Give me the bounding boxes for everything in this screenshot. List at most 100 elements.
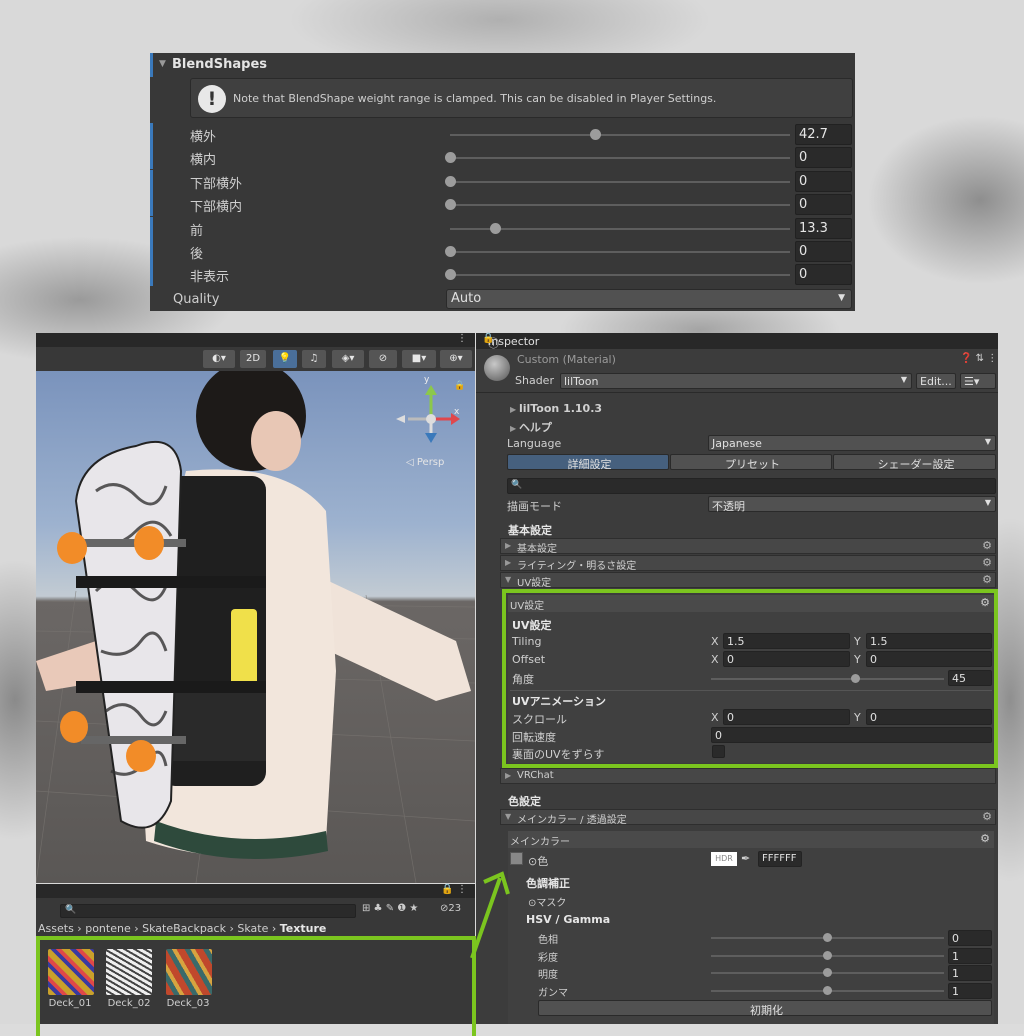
hsv-value-field[interactable]: 1 — [948, 965, 992, 981]
render-mode-dropdown[interactable]: 不透明 ▼ — [708, 496, 996, 513]
accent-bar — [150, 216, 153, 240]
lighting-icon[interactable]: 💡 — [273, 350, 297, 368]
reset-button[interactable]: 初期化 — [538, 1000, 992, 1017]
hsv-slider-knob[interactable] — [823, 985, 832, 995]
hdr-color-swatch[interactable]: HDR — [711, 852, 737, 866]
blendshape-label: 下部横内 — [190, 200, 243, 216]
blendshape-slider-track[interactable] — [450, 204, 790, 207]
foldout-arrow-icon: ▼ — [505, 575, 512, 584]
breadcrumb-item[interactable]: pontene — [85, 922, 131, 935]
camera-icon[interactable]: ■▾ — [402, 350, 436, 368]
tab-details[interactable]: 詳細設定 — [507, 454, 669, 471]
tab-shader-settings[interactable]: シェーダー設定 — [833, 454, 996, 471]
draw-mode-button[interactable]: ◐▾ — [203, 350, 235, 368]
fold-lighting[interactable]: ▶ ライティング・明るさ設定 ⚙ — [500, 555, 996, 572]
hsv-label: ガンマ — [538, 987, 568, 999]
fold-label: UV設定 — [517, 578, 552, 589]
header-icons[interactable]: ❓ ⇅ ⋮ — [960, 353, 997, 364]
blendshape-value-field[interactable]: 0 — [795, 194, 852, 216]
breadcrumb-item[interactable]: Assets — [38, 922, 74, 935]
blendshape-row: 下部横外 0 — [150, 169, 855, 193]
blendshape-value-field[interactable]: 42.7 — [795, 124, 852, 145]
fold-basic-settings[interactable]: ▶ 基本設定 ⚙ — [500, 538, 996, 555]
gear-icon[interactable]: ⚙ — [982, 573, 992, 586]
hex-field[interactable]: FFFFFF — [758, 851, 802, 867]
hsv-slider-knob[interactable] — [823, 968, 832, 977]
blendshape-slider-track[interactable] — [450, 251, 790, 253]
blendshape-slider-knob[interactable] — [445, 199, 456, 211]
language-dropdown[interactable]: Japanese ▼ — [708, 435, 996, 451]
fold-uv[interactable]: ▼ UV設定 ⚙ — [500, 572, 996, 589]
hsv-value-field[interactable]: 0 — [948, 930, 992, 946]
inspector-tab[interactable]: ⓘ Inspector 🔒 — [476, 333, 998, 350]
fold-main-color[interactable]: ▼ メインカラー / 透過設定 ⚙ — [500, 809, 996, 826]
material-name: Custom (Material) — [517, 353, 616, 366]
lock-icon[interactable]: 🔒 — [454, 381, 465, 391]
blendshape-slider-track[interactable] — [450, 180, 790, 183]
help-foldout[interactable]: ▶ ヘルプ — [510, 419, 552, 435]
persp-label[interactable]: ◁ Persp — [406, 457, 444, 468]
lock-icon[interactable]: 🔒 — [482, 333, 992, 344]
settings-menu-icon[interactable]: ☰▾ — [960, 373, 996, 389]
filter-icons[interactable]: ⊞ ♣ ✎ ❶ ★ — [362, 903, 418, 914]
more-icon[interactable]: ⋮ — [457, 333, 467, 344]
hsv-value-field[interactable]: 1 — [948, 982, 992, 999]
blendshape-slider-knob[interactable] — [445, 152, 456, 164]
blendshape-slider-knob[interactable] — [590, 129, 602, 140]
edit-shader-button[interactable]: Edit... — [916, 373, 956, 389]
gear-icon[interactable]: ⚙ — [982, 539, 992, 552]
fold-label: メインカラー / 透過設定 — [517, 815, 627, 826]
version-foldout[interactable]: ▶ lilToon 1.10.3 — [510, 402, 602, 415]
project-search-input[interactable]: 🔍 — [60, 904, 356, 918]
breadcrumb[interactable]: Assets › pontene › SkateBackpack › Skate… — [38, 922, 326, 935]
hsv-value-field[interactable]: 1 — [948, 947, 992, 964]
hsv-slider-knob[interactable] — [823, 933, 832, 942]
breadcrumb-item[interactable]: Skate — [237, 922, 268, 935]
neck — [251, 411, 301, 471]
eyedropper-icon[interactable]: ✒ — [741, 852, 750, 865]
quality-dropdown[interactable]: Auto ▼ — [446, 289, 852, 309]
effects-icon[interactable]: ◈▾ — [332, 350, 364, 368]
blendshape-slider-track[interactable] — [450, 134, 790, 136]
gizmos-icon[interactable]: ⊕▾ — [440, 350, 472, 368]
2d-toggle[interactable]: 2D — [240, 350, 266, 368]
blendshapes-header[interactable]: ▼ BlendShapes — [150, 53, 855, 77]
blendshape-slider-track[interactable] — [450, 274, 790, 277]
version-text: lilToon 1.10.3 — [518, 402, 603, 415]
material-header: Custom (Material) Shader lilToon ▼ Edit..… — [476, 349, 998, 393]
blendshape-value-field[interactable]: 0 — [795, 147, 852, 169]
blendshape-slider-track[interactable] — [450, 157, 790, 160]
shader-dropdown[interactable]: lilToon ▼ — [560, 373, 912, 389]
blendshape-slider-knob[interactable] — [445, 246, 456, 257]
tab-presets[interactable]: プリセット — [670, 454, 832, 471]
blendshape-value-field[interactable]: 0 — [795, 241, 852, 262]
blendshape-row: 後0 — [150, 240, 855, 263]
fold-vrchat[interactable]: ▶ VRChat — [500, 768, 996, 784]
blendshape-value-field[interactable]: 0 — [795, 264, 852, 286]
blendshapes-panel: ▼ BlendShapes ! Note that BlendShape wei… — [150, 53, 855, 311]
blendshape-value-field[interactable]: 13.3 — [795, 217, 852, 239]
breadcrumb-item[interactable]: SkateBackpack — [142, 922, 226, 935]
audio-icon[interactable]: ♫ — [302, 350, 326, 368]
orientation-gizmo[interactable] — [396, 385, 460, 443]
gizmo-x-label: x — [454, 407, 460, 417]
blendshape-value-field[interactable]: 0 — [795, 170, 852, 192]
hidden-objects-icon[interactable]: ⊘ — [369, 350, 397, 368]
blendshape-slider-knob[interactable] — [445, 269, 456, 281]
dropdown-arrow-icon: ▼ — [838, 293, 845, 303]
gear-icon[interactable]: ⚙ — [980, 832, 990, 845]
gear-icon[interactable]: ⚙ — [982, 556, 992, 569]
highlight-arrow — [470, 871, 510, 959]
scene-viewport[interactable]: y x 🔒 ◁ Persp — [36, 371, 475, 883]
fold-label: ライティング・明るさ設定 — [517, 561, 637, 572]
blendshape-row: 非表示 0 — [150, 263, 855, 287]
mask-label: ⊙マスク — [528, 898, 567, 909]
accent-bar — [150, 169, 153, 193]
hidden-count[interactable]: ⊘23 — [440, 903, 461, 914]
gear-icon[interactable]: ⚙ — [982, 810, 992, 823]
hsv-slider-knob[interactable] — [823, 950, 832, 960]
search-input[interactable]: 🔍 — [507, 478, 996, 494]
info-icon: ! — [198, 85, 226, 113]
blendshape-slider-knob[interactable] — [445, 175, 456, 187]
blendshape-slider-knob[interactable] — [490, 222, 502, 234]
